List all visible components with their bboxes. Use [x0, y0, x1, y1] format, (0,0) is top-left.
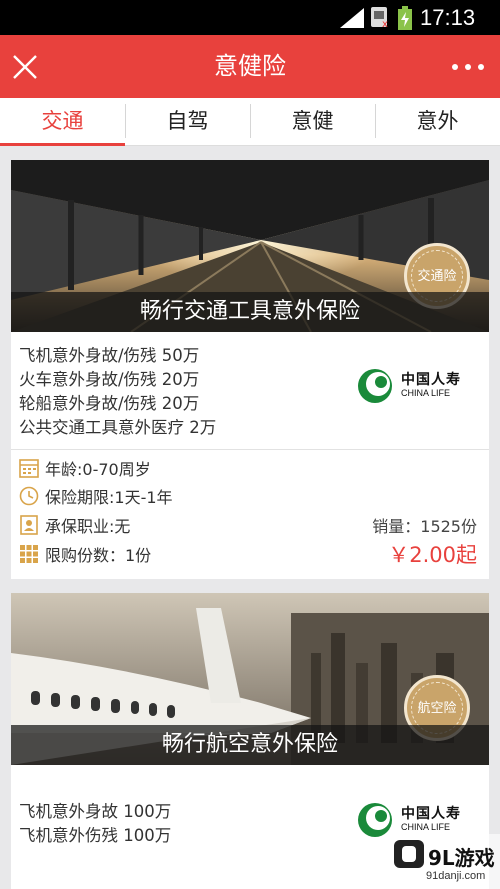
china-life-logo-icon	[358, 803, 392, 837]
category-tabs: 交通 自驾 意健 意外	[0, 98, 500, 146]
divider	[11, 449, 489, 450]
calendar-icon	[19, 459, 39, 478]
tab-accident-health[interactable]: 意健	[250, 98, 375, 144]
tab-self-drive[interactable]: 自驾	[125, 98, 250, 144]
coverage-item: 飞机意外伤残 100万	[19, 826, 172, 845]
more-options-icon[interactable]	[452, 64, 484, 72]
product-banner[interactable]: 航空险 畅行航空意外保险	[11, 593, 489, 765]
status-time: 17:13	[420, 5, 476, 30]
insurer-name-cn: 中国人寿	[401, 372, 461, 388]
insurer-name-en: CHINA LIFE	[401, 822, 451, 832]
watermark-site: 91danji.com	[426, 870, 486, 882]
coverage-item: 公共交通工具意外医疗 2万	[19, 418, 217, 437]
china-life-logo-icon	[358, 369, 392, 403]
coverage-item: 火车意外身故/伤残 20万	[19, 370, 200, 389]
svg-text:x: x	[382, 19, 388, 28]
product-title: 畅行航空意外保险	[11, 725, 489, 765]
site-watermark: 9L游戏 91danji.com	[390, 834, 500, 889]
coverage-item: 飞机意外身故/伤残 50万	[19, 346, 200, 365]
coverage-item: 飞机意外身故 100万	[19, 802, 172, 821]
age-info: 年龄:0-70周岁	[19, 456, 151, 480]
app-header: 意健险	[0, 35, 500, 98]
clock-icon	[19, 486, 39, 506]
tab-accident[interactable]: 意外	[375, 98, 500, 144]
sales-count: 销量：1525份	[372, 517, 477, 536]
product-banner[interactable]: 交通险 畅行交通工具意外保险	[11, 160, 489, 332]
page-title: 意健险	[214, 52, 286, 80]
grid-icon	[20, 545, 38, 563]
tab-transport[interactable]: 交通	[0, 98, 125, 146]
price: ￥2.00起	[388, 543, 477, 567]
coverage-item: 轮船意外身故/伤残 20万	[19, 394, 200, 413]
purchase-limit-info: 限购份数：1份	[19, 542, 151, 566]
signal-icon	[340, 8, 364, 28]
sim-card-icon: x	[371, 7, 388, 28]
battery-charging-icon	[398, 6, 412, 30]
insurer-logo: 中国人寿 CHINA LIFE	[357, 366, 477, 406]
status-bar: x 17:13	[0, 0, 500, 35]
term-info: 保险期限:1天-1年	[19, 484, 173, 508]
product-card[interactable]: 交通险 畅行交通工具意外保险 飞机意外身故/伤残 50万 火车意外身故/伤残 2…	[11, 160, 489, 579]
insurer-name-en: CHINA LIFE	[401, 388, 451, 398]
product-title: 畅行交通工具意外保险	[11, 292, 489, 332]
occupation-info: 承保职业:无	[19, 513, 130, 537]
watermark-brand: 9L游戏	[428, 846, 495, 870]
person-card-icon	[20, 515, 38, 535]
insurer-name-cn: 中国人寿	[401, 806, 461, 822]
